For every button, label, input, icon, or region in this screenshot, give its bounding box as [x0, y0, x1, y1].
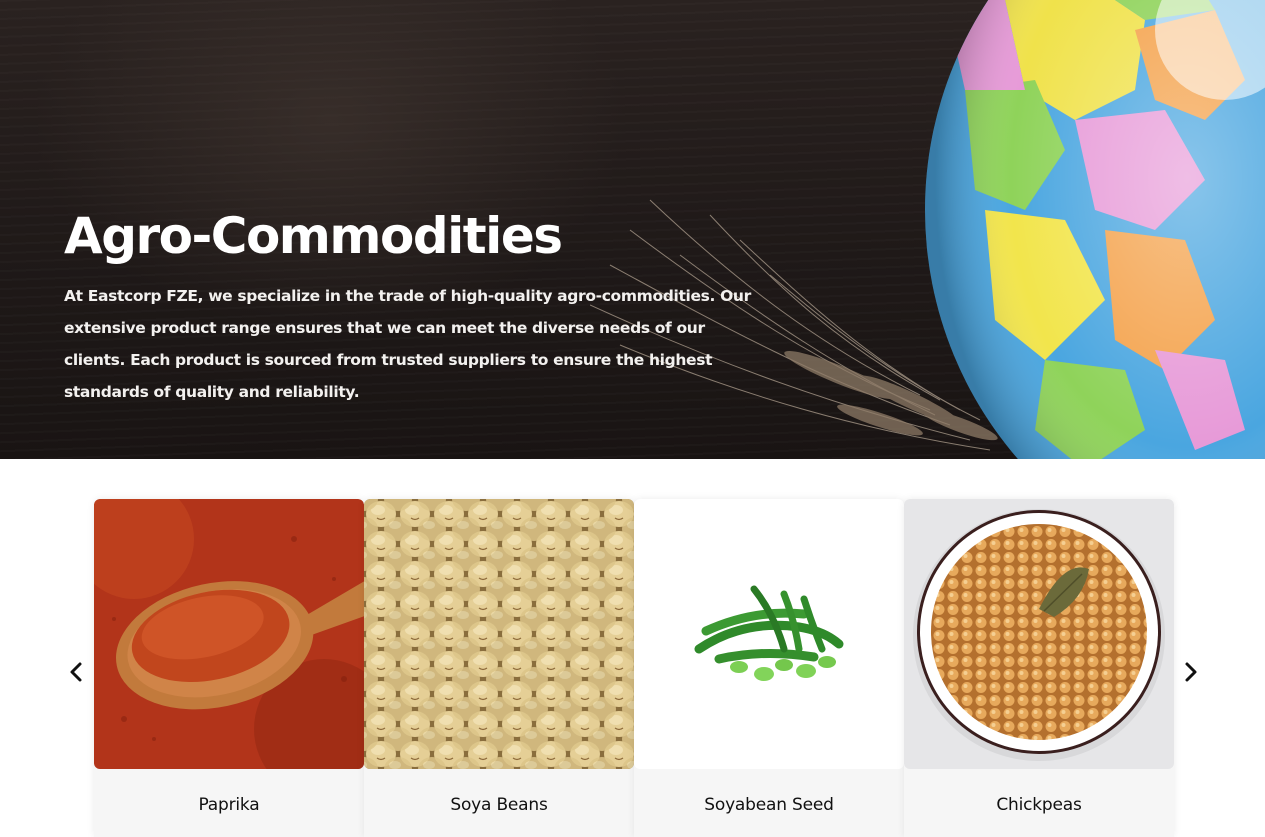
product-name: Chickpeas [996, 795, 1082, 815]
carousel-track: Paprika Soya Beans Soyabean Seed Chickpe… [94, 499, 1174, 837]
chickpeas-image [904, 499, 1174, 769]
product-name: Soya Beans [450, 795, 548, 815]
product-name: Soyabean Seed [704, 795, 834, 815]
paprika-image [94, 499, 364, 769]
soya-beans-image [364, 499, 634, 769]
product-name: Paprika [198, 795, 260, 815]
hero-banner: Agro-Commodities At Eastcorp FZE, we spe… [0, 0, 1265, 459]
soyabean-seed-image [634, 499, 904, 769]
page-title: Agro-Commodities [64, 207, 563, 265]
globe-image [925, 0, 1265, 459]
carousel-prev-button[interactable] [63, 655, 89, 689]
product-card-chickpeas[interactable]: Chickpeas [904, 499, 1174, 837]
hero-description: At Eastcorp FZE, we specialize in the tr… [64, 287, 751, 401]
chevron-right-icon [1185, 662, 1197, 682]
carousel-next-button[interactable] [1178, 655, 1204, 689]
product-card-paprika[interactable]: Paprika [94, 499, 364, 837]
chevron-left-icon [70, 662, 82, 682]
product-card-soyabean-seed[interactable]: Soyabean Seed [634, 499, 904, 837]
product-carousel: Paprika Soya Beans Soyabean Seed Chickpe… [0, 459, 1265, 837]
product-card-soya-beans[interactable]: Soya Beans [364, 499, 634, 837]
